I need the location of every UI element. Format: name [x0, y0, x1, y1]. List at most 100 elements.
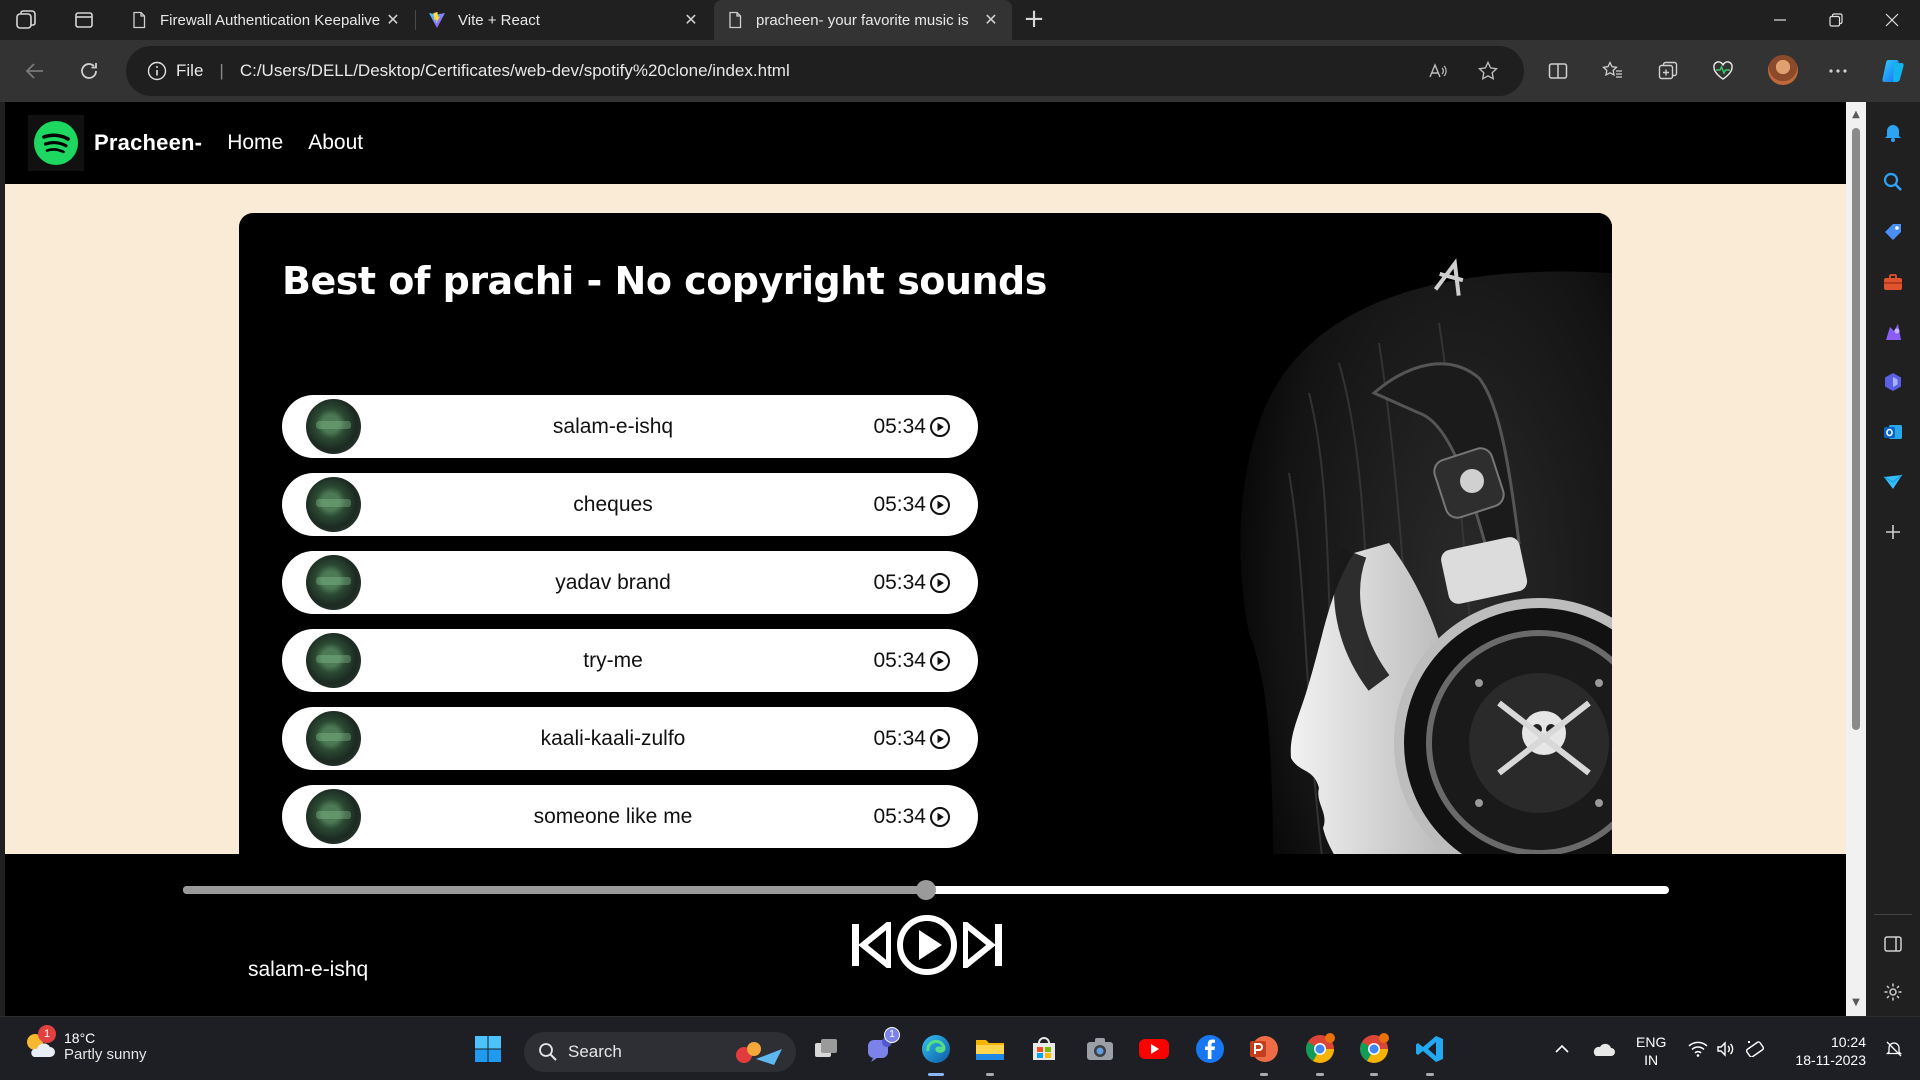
spotify-logo-icon[interactable]	[28, 115, 84, 171]
wifi-icon[interactable]	[1684, 1031, 1712, 1067]
song-duration: 05:34	[873, 414, 926, 438]
shopping-tag-icon[interactable]	[1879, 218, 1907, 246]
nav-link-home[interactable]: Home	[227, 131, 283, 155]
song-item[interactable]: yadav brand 05:34	[282, 551, 978, 614]
brand-name[interactable]: Pracheen-	[94, 130, 202, 156]
close-tab-icon[interactable]: ✕	[384, 10, 402, 30]
tab-actions-icon[interactable]	[70, 6, 98, 34]
file-explorer-icon[interactable]	[972, 1031, 1008, 1067]
new-tab-icon[interactable]: +	[1020, 6, 1048, 34]
song-name: kaali-kaali-zulfo	[540, 726, 686, 750]
profile-avatar[interactable]	[1768, 55, 1798, 85]
play-circle-icon[interactable]	[929, 416, 951, 438]
more-options-icon[interactable]	[1821, 54, 1855, 88]
next-track-icon[interactable]	[963, 922, 1003, 968]
address-bar[interactable]: File | C:/Users/DELL/Desktop/Certificate…	[126, 46, 1524, 96]
scroll-up-icon[interactable]: ▲	[1850, 110, 1862, 120]
partly-sunny-icon: 1	[22, 1025, 56, 1063]
notifications-icon[interactable]	[1880, 1031, 1908, 1067]
workspaces-icon[interactable]	[12, 6, 40, 34]
facebook-icon[interactable]	[1192, 1031, 1228, 1067]
favorite-star-icon[interactable]	[1474, 57, 1502, 85]
search-highlight-icon	[736, 1042, 782, 1065]
play-circle-icon[interactable]	[929, 728, 951, 750]
region-code: IN	[1644, 1052, 1659, 1068]
refresh-icon[interactable]	[74, 56, 104, 86]
page-icon	[133, 11, 146, 29]
notifications-bell-icon[interactable]	[1879, 118, 1907, 146]
page-scrollbar[interactable]: ▲ ▼	[1846, 102, 1866, 1016]
onedrive-cloud-icon[interactable]	[1588, 1031, 1618, 1067]
play-circle-icon[interactable]	[929, 572, 951, 594]
battery-icon[interactable]	[1742, 1031, 1770, 1067]
close-tab-icon[interactable]: ✕	[682, 10, 700, 30]
minimize-icon[interactable]	[1752, 0, 1808, 40]
song-item[interactable]: try-me 05:34	[282, 629, 978, 692]
hide-sidebar-icon[interactable]	[1879, 930, 1907, 958]
scroll-down-icon[interactable]: ▼	[1850, 998, 1862, 1008]
seek-handle[interactable]	[916, 880, 936, 900]
weather-widget[interactable]: 1 18°C Partly sunny	[22, 1025, 147, 1063]
chrome-profile-1-icon[interactable]	[1302, 1031, 1338, 1067]
edge-browser-icon[interactable]	[918, 1031, 954, 1067]
tab-vite-react[interactable]: Vite + React ✕	[416, 0, 712, 40]
split-screen-icon[interactable]	[1541, 54, 1575, 88]
copilot-icon[interactable]	[1876, 54, 1910, 88]
teams-chat-icon[interactable]: 1	[862, 1027, 900, 1067]
close-tab-icon[interactable]: ✕	[982, 10, 1000, 30]
browser-toolbar: File | C:/Users/DELL/Desktop/Certificate…	[0, 40, 1920, 102]
youtube-icon[interactable]	[1136, 1031, 1172, 1067]
previous-track-icon[interactable]	[851, 922, 891, 968]
collections-icon[interactable]	[1651, 54, 1685, 88]
url-text[interactable]: C:/Users/DELL/Desktop/Certificates/web-d…	[240, 61, 1424, 81]
browser-essentials-icon[interactable]	[1706, 54, 1740, 88]
song-item[interactable]: someone like me 05:34	[282, 785, 978, 848]
tools-briefcase-icon[interactable]	[1879, 268, 1907, 296]
powerpoint-icon[interactable]	[1246, 1031, 1282, 1067]
volume-icon[interactable]	[1712, 1031, 1740, 1067]
favorites-icon[interactable]	[1596, 54, 1630, 88]
microsoft-365-icon[interactable]	[1879, 368, 1907, 396]
tab-pracheen[interactable]: pracheen- your favorite music is ✕	[714, 0, 1012, 40]
play-circle-icon[interactable]	[929, 650, 951, 672]
sidebar-settings-gear-icon[interactable]	[1879, 978, 1907, 1006]
chrome-profile-2-icon[interactable]	[1356, 1031, 1392, 1067]
search-icon	[539, 1043, 557, 1061]
windows-start-icon[interactable]	[470, 1031, 506, 1067]
add-sidebar-app-icon[interactable]	[1879, 518, 1907, 546]
search-icon[interactable]	[1879, 168, 1907, 196]
playback-controls	[851, 912, 1003, 978]
outlook-icon[interactable]	[1879, 418, 1907, 446]
taskbar-search-box[interactable]: Search	[524, 1032, 796, 1072]
song-item[interactable]: kaali-kaali-zulfo 05:34	[282, 707, 978, 770]
play-icon[interactable]	[895, 913, 959, 977]
running-indicator	[928, 1073, 944, 1076]
show-hidden-icons-chevron-icon[interactable]	[1550, 1031, 1574, 1067]
song-item[interactable]: salam-e-ishq 05:34	[282, 395, 978, 458]
back-icon[interactable]	[20, 56, 50, 86]
song-item[interactable]: cheques 05:34	[282, 473, 978, 536]
system-clock[interactable]: 10:24 18-11-2023	[1786, 1033, 1866, 1069]
restore-icon[interactable]	[1808, 0, 1864, 40]
camera-icon[interactable]	[1082, 1031, 1118, 1067]
seek-bar[interactable]	[183, 880, 1669, 900]
language-code: ENG	[1636, 1034, 1667, 1050]
song-name: yadav brand	[555, 570, 671, 594]
games-icon[interactable]	[1879, 318, 1907, 346]
scroll-thumb[interactable]	[1852, 128, 1860, 730]
clock-time: 10:24	[1830, 1034, 1866, 1050]
play-circle-icon[interactable]	[929, 806, 951, 828]
task-view-icon[interactable]	[808, 1031, 844, 1067]
input-language[interactable]: ENG IN	[1636, 1033, 1666, 1069]
info-icon[interactable]	[146, 60, 168, 82]
microsoft-store-icon[interactable]	[1026, 1031, 1062, 1067]
nav-link-about[interactable]: About	[308, 131, 363, 155]
close-window-icon[interactable]	[1864, 0, 1920, 40]
tab-firewall[interactable]: Firewall Authentication Keepalive ✕	[118, 0, 414, 40]
play-circle-icon[interactable]	[929, 494, 951, 516]
vscode-icon[interactable]	[1412, 1031, 1448, 1067]
weather-description: Partly sunny	[64, 1045, 147, 1063]
song-duration: 05:34	[873, 726, 926, 750]
read-aloud-icon[interactable]	[1424, 57, 1452, 85]
drop-send-icon[interactable]	[1879, 468, 1907, 496]
